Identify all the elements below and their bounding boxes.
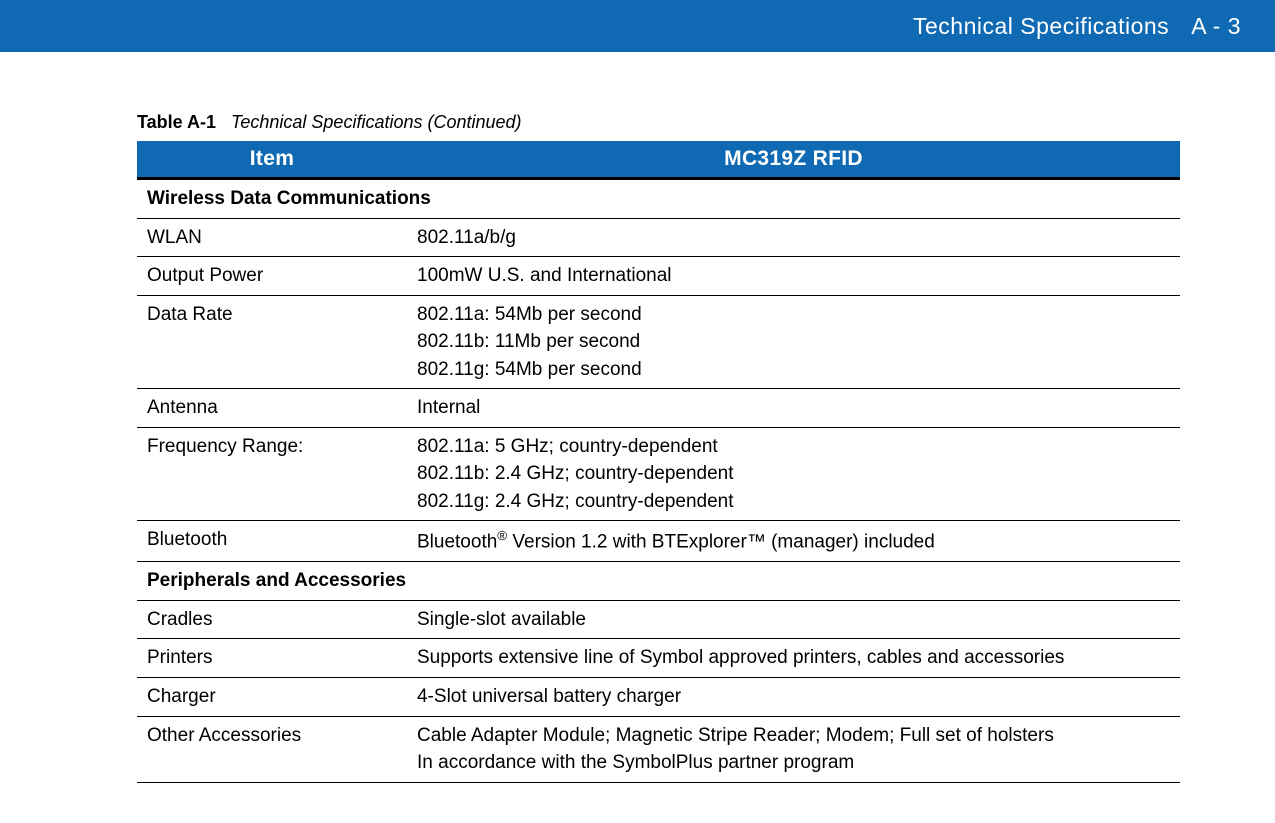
col-header-value: MC319Z RFID [407,141,1180,179]
value-cell: Internal [407,389,1180,428]
item-cell: Cradles [137,600,407,639]
item-cell: Printers [137,639,407,678]
table-row: Data Rate802.11a: 54Mb per second802.11b… [137,295,1180,389]
content-area: Table A-1 Technical Specifications (Cont… [0,52,1275,823]
table-row: WLAN802.11a/b/g [137,218,1180,257]
value-cell: 100mW U.S. and International [407,257,1180,296]
section-heading-cell: Wireless Data Communications [137,179,1180,219]
table-caption: Table A-1 Technical Specifications (Cont… [137,112,1180,133]
table-section-heading: Wireless Data Communications [137,179,1180,219]
item-cell: Bluetooth [137,521,407,562]
table-row: Charger4-Slot universal battery charger [137,677,1180,716]
value-cell: Bluetooth® Version 1.2 with BTExplorer™ … [407,521,1180,562]
item-cell: Data Rate [137,295,407,389]
table-row: BluetoothBluetooth® Version 1.2 with BTE… [137,521,1180,562]
table-row: Output Power100mW U.S. and International [137,257,1180,296]
value-cell: 802.11a: 5 GHz; country-dependent802.11b… [407,427,1180,521]
item-cell: Antenna [137,389,407,428]
table-row: Frequency Range:802.11a: 5 GHz; country-… [137,427,1180,521]
table-caption-label: Table A-1 [137,112,216,132]
header-page-number: A - 3 [1191,13,1241,40]
col-header-item: Item [137,141,407,179]
item-cell: WLAN [137,218,407,257]
value-cell: 802.11a: 54Mb per second802.11b: 11Mb pe… [407,295,1180,389]
item-cell: Other Accessories [137,716,407,782]
spec-table: Item MC319Z RFID Wireless Data Communica… [137,141,1180,783]
value-cell: Cable Adapter Module; Magnetic Stripe Re… [407,716,1180,782]
value-cell: Single-slot available [407,600,1180,639]
table-row: PrintersSupports extensive line of Symbo… [137,639,1180,678]
item-cell: Charger [137,677,407,716]
value-cell: 802.11a/b/g [407,218,1180,257]
table-row: AntennaInternal [137,389,1180,428]
table-section-heading: Peripherals and Accessories [137,562,1180,601]
value-cell: 4-Slot universal battery charger [407,677,1180,716]
header-title: Technical Specifications [913,13,1169,40]
table-row: Other AccessoriesCable Adapter Module; M… [137,716,1180,782]
section-heading-cell: Peripherals and Accessories [137,562,1180,601]
item-cell: Frequency Range: [137,427,407,521]
item-cell: Output Power [137,257,407,296]
value-cell: Supports extensive line of Symbol approv… [407,639,1180,678]
page-header: Technical Specifications A - 3 [0,0,1275,52]
table-caption-title: Technical Specifications (Continued) [231,112,522,132]
table-header-row: Item MC319Z RFID [137,141,1180,179]
table-row: CradlesSingle-slot available [137,600,1180,639]
